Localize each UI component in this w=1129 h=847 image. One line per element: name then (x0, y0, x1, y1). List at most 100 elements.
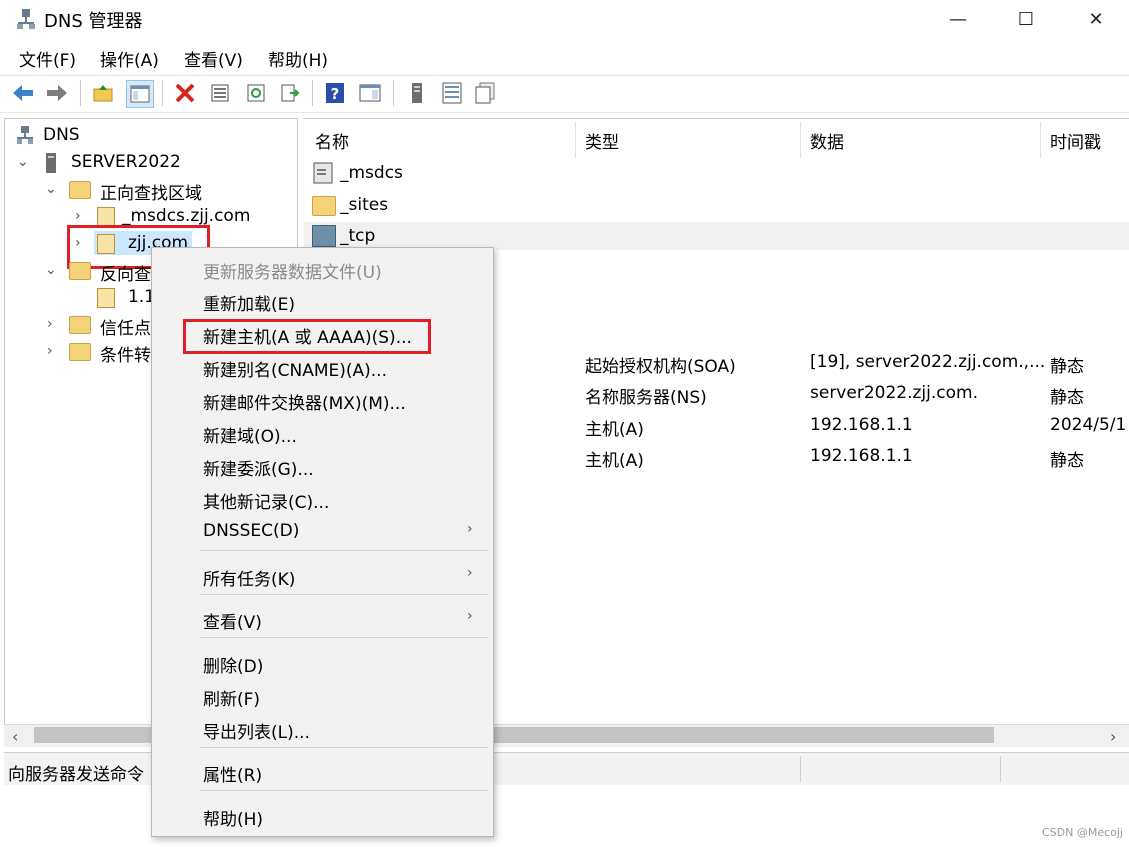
minimize-icon: — (949, 8, 967, 30)
refresh-icon[interactable] (243, 80, 269, 106)
highlight-box (183, 319, 431, 354)
chevron-down-icon[interactable]: ⌄ (45, 262, 57, 278)
folder-icon (312, 225, 336, 247)
status-divider (800, 756, 801, 782)
status-text: 向服务器发送命令 (8, 765, 144, 785)
toolbar-separator (80, 80, 81, 106)
column-header-type[interactable]: 类型 (585, 128, 619, 153)
list-view-icon[interactable] (439, 80, 465, 106)
tree-item-server[interactable]: SERVER2022 (71, 152, 181, 172)
help-icon[interactable]: ? (322, 80, 348, 106)
delete-icon[interactable] (172, 80, 198, 106)
menu-item-other-records[interactable]: 其他新记录(C)... (203, 488, 329, 513)
toolbar-separator (312, 80, 313, 106)
close-icon: ✕ (1088, 8, 1104, 30)
menu-item-properties[interactable]: 属性(R) (203, 761, 262, 786)
menu-item-reload[interactable]: 重新加载(E) (203, 290, 295, 315)
list-row-timestamp: 静态 (1050, 451, 1084, 471)
tree-item-msdcs-zone[interactable]: _msdcs.zjj.com (122, 206, 250, 226)
tree-item-conditional[interactable]: 条件转 (100, 341, 151, 366)
menu-separator (200, 747, 488, 748)
folder-icon (69, 316, 91, 334)
tree-item-reverse-zones[interactable]: 反向查 (100, 260, 151, 285)
column-separator[interactable] (800, 122, 801, 158)
list-row-name[interactable]: _sites (340, 195, 388, 215)
folder-icon (69, 181, 91, 199)
chevron-right-icon[interactable]: › (75, 208, 81, 224)
menu-item-view[interactable]: 查看(V) (203, 608, 262, 633)
maximize-button[interactable]: ☐ (996, 0, 1056, 38)
list-row-type[interactable]: 主机(A) (585, 446, 644, 471)
menu-separator (200, 550, 488, 551)
folder-icon (69, 343, 91, 361)
zone-file-icon (313, 162, 333, 184)
column-header-data[interactable]: 数据 (810, 128, 844, 153)
chevron-right-icon[interactable]: › (47, 316, 53, 332)
close-button[interactable]: ✕ (1066, 0, 1126, 38)
menu-item-new-delegation[interactable]: 新建委派(G)... (203, 455, 314, 480)
up-folder-icon[interactable] (90, 80, 116, 106)
list-row-data: 192.168.1.1 (810, 415, 913, 435)
menu-item-dnssec[interactable]: DNSSEC(D) (203, 521, 299, 541)
menu-item-help[interactable]: 帮助(H) (203, 805, 263, 830)
column-separator[interactable] (575, 122, 576, 158)
show-hide-tree-icon[interactable] (126, 80, 154, 108)
menu-help[interactable]: 帮助(H) (268, 46, 328, 71)
tree-item-forward-zones[interactable]: 正向查找区域 (100, 179, 202, 204)
forward-icon[interactable] (44, 80, 70, 106)
menu-item-refresh[interactable]: 刷新(F) (203, 685, 260, 710)
list-row-data: 192.168.1.1 (810, 446, 913, 466)
watermark: CSDN @Mecojj (1041, 826, 1123, 839)
list-row-name[interactable]: _msdcs (340, 163, 403, 183)
window-title: DNS 管理器 (44, 11, 143, 32)
zone-file-icon (97, 288, 115, 308)
chevron-down-icon[interactable]: ⌄ (45, 181, 57, 197)
chevron-down-icon[interactable]: ⌄ (17, 154, 29, 170)
scroll-left-icon[interactable]: ‹ (12, 727, 18, 746)
list-row-timestamp: 2024/5/1 (1050, 415, 1127, 435)
submenu-arrow-icon: › (467, 608, 473, 624)
folder-icon (69, 262, 91, 280)
menu-separator (200, 790, 488, 791)
scroll-right-icon[interactable]: › (1110, 727, 1116, 746)
toolbar-separator (393, 80, 394, 106)
menu-item-new-domain[interactable]: 新建域(O)... (203, 422, 297, 447)
menu-item-new-alias[interactable]: 新建别名(CNAME)(A)... (203, 356, 387, 381)
menu-item-export-list[interactable]: 导出列表(L)... (203, 718, 310, 743)
menu-view[interactable]: 查看(V) (184, 46, 243, 71)
submenu-arrow-icon: › (467, 565, 473, 581)
menu-item-new-mx[interactable]: 新建邮件交换器(MX)(M)... (203, 389, 406, 414)
list-row-timestamp: 静态 (1050, 388, 1084, 408)
column-header-timestamp[interactable]: 时间戳 (1050, 128, 1101, 153)
menu-file[interactable]: 文件(F) (19, 46, 76, 71)
properties-icon[interactable] (207, 80, 233, 106)
list-row-type[interactable]: 起始授权机构(SOA) (585, 352, 736, 377)
list-row-hover (304, 222, 1129, 250)
server-icon[interactable] (404, 80, 430, 106)
menu-action[interactable]: 操作(A) (100, 46, 159, 71)
column-header-name[interactable]: 名称 (315, 128, 349, 153)
tree-item-dns[interactable]: DNS (43, 125, 80, 145)
menu-separator (200, 594, 488, 595)
list-row-name[interactable]: _tcp (340, 226, 375, 246)
list-row-data: server2022.zjj.com. (810, 383, 978, 403)
minimize-button[interactable]: — (928, 0, 988, 38)
chevron-right-icon[interactable]: › (47, 343, 53, 359)
detail-view-icon[interactable] (472, 80, 498, 106)
export-list-icon[interactable] (277, 80, 303, 106)
menu-item-update-server-file: 更新服务器数据文件(U) (203, 263, 382, 283)
title-bar: DNS 管理器 — ☐ ✕ (0, 0, 1129, 38)
folder-icon (312, 196, 336, 216)
action-pane-icon[interactable] (357, 80, 383, 106)
menu-item-delete[interactable]: 删除(D) (203, 652, 263, 677)
status-divider (1000, 756, 1001, 782)
tree-item-trust-points[interactable]: 信任点 (100, 314, 151, 339)
menu-item-all-tasks[interactable]: 所有任务(K) (203, 565, 295, 590)
list-row-data: [19], server2022.zjj.com.,... (810, 352, 1046, 372)
list-row-type[interactable]: 名称服务器(NS) (585, 383, 707, 408)
column-separator[interactable] (1040, 122, 1041, 158)
back-icon[interactable] (10, 80, 36, 106)
submenu-arrow-icon: › (467, 521, 473, 537)
list-row-timestamp: 静态 (1050, 357, 1084, 377)
list-row-type[interactable]: 主机(A) (585, 415, 644, 440)
